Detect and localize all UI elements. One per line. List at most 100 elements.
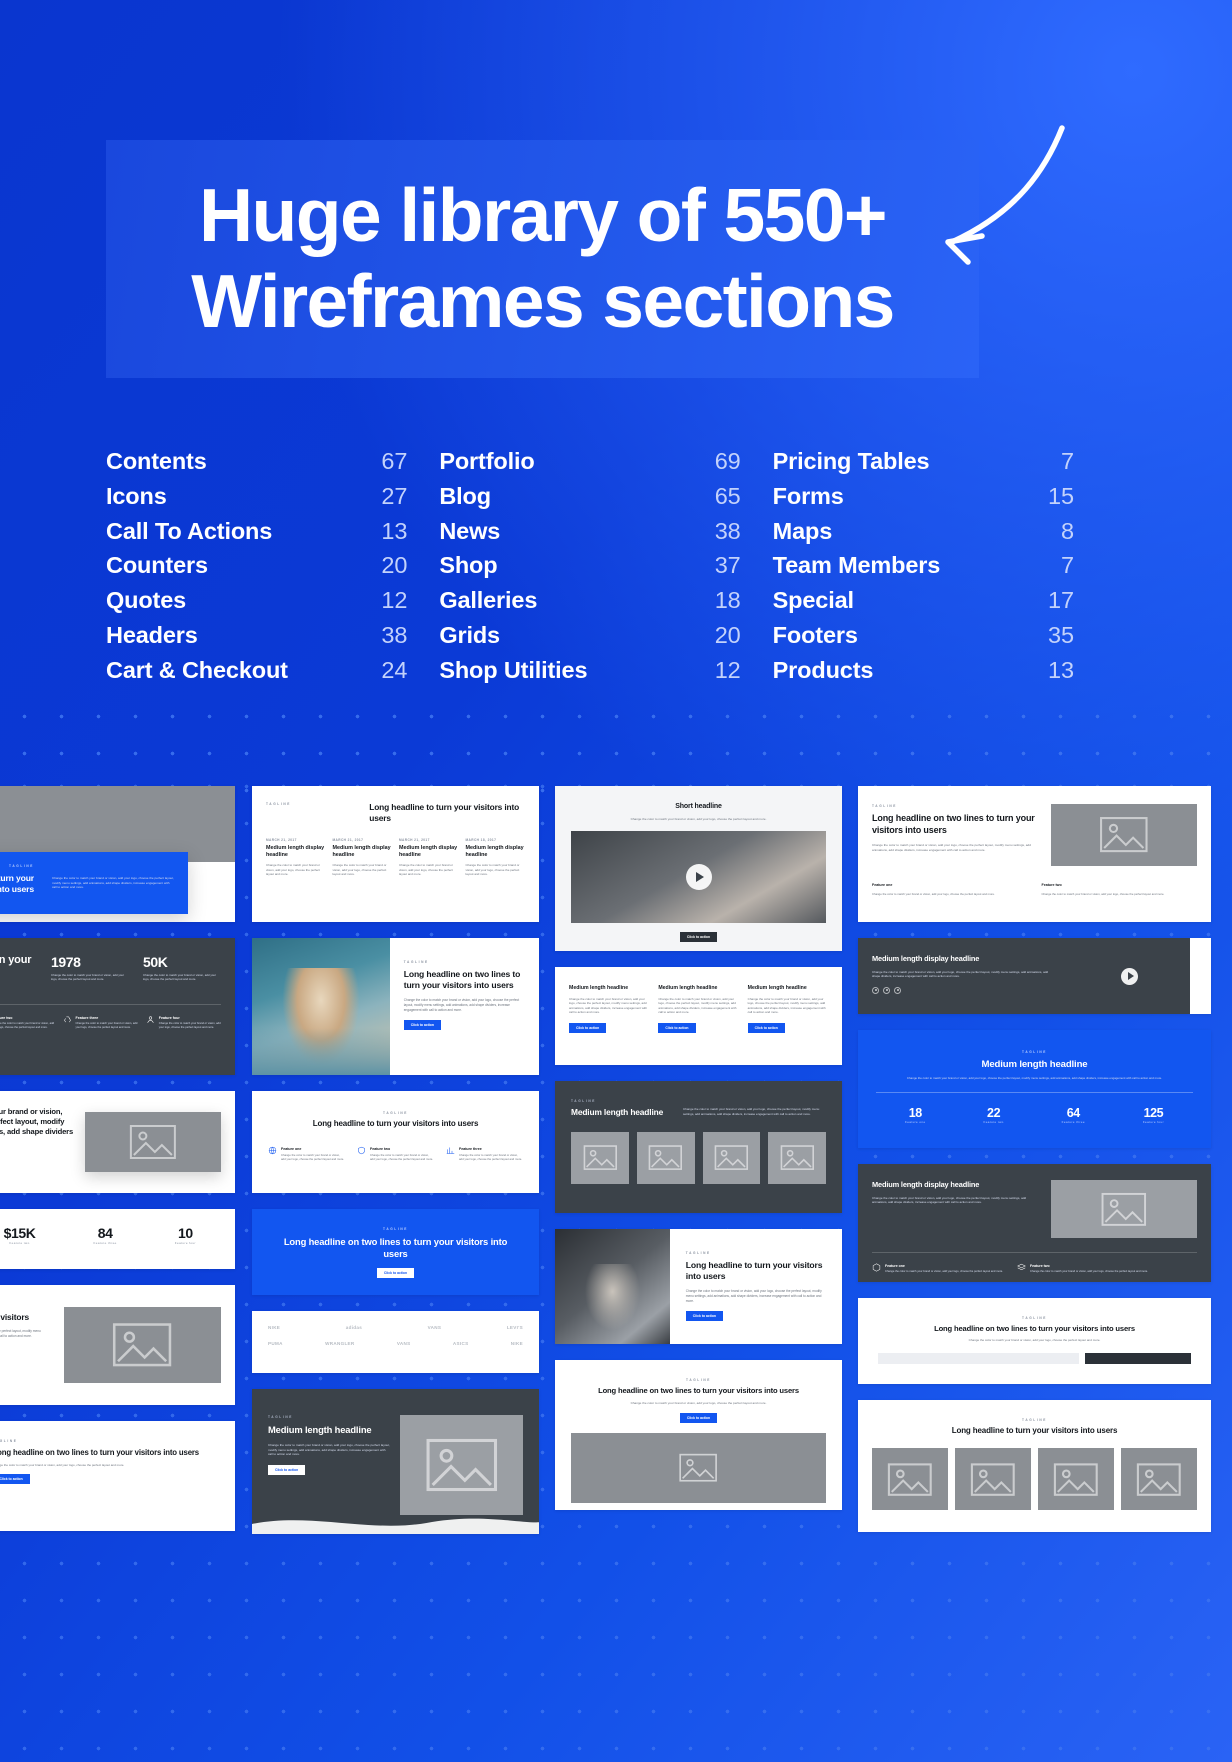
- cta-button[interactable]: Click to action: [679, 1412, 718, 1423]
- stat-row[interactable]: Headers 38: [106, 622, 439, 657]
- preview-card-three-columns[interactable]: Medium length headline Change the color …: [555, 967, 842, 1065]
- stat-row[interactable]: Counters 20: [106, 552, 439, 587]
- play-button[interactable]: [1121, 967, 1139, 985]
- brand-logo: NIKE: [268, 1325, 281, 1330]
- stat-row[interactable]: Quotes 12: [106, 587, 439, 622]
- news-item[interactable]: March 21, 2017 Medium length display hea…: [333, 838, 393, 877]
- news-item[interactable]: March 21, 2017 Medium length display hea…: [399, 838, 459, 877]
- gallery-thumb[interactable]: [571, 1132, 629, 1184]
- stat-row[interactable]: Products 13: [773, 657, 1106, 692]
- preview-card-logo-wall[interactable]: NIKE adidas VANS LEVI'S PUMA WRANGLER VA…: [252, 1311, 539, 1373]
- stat-row[interactable]: Icons 27: [106, 483, 439, 518]
- feature-item: Feature three Change the color to match y…: [63, 1015, 138, 1030]
- image-placeholder-icon: [1100, 817, 1148, 853]
- preview-card-stat-strip[interactable]: 34KFeature one $15KFeature two 84Feature…: [0, 1209, 235, 1269]
- cta-button[interactable]: Click to action: [685, 1311, 723, 1322]
- stat-row[interactable]: Team Members 7: [773, 552, 1106, 587]
- gallery-thumb[interactable]: [872, 1448, 948, 1511]
- stat-row[interactable]: Forms 15: [773, 483, 1106, 518]
- subscribe-button[interactable]: [1084, 1352, 1191, 1364]
- social-icon[interactable]: [872, 986, 879, 994]
- preview-card-dark-counters[interactable]: Long headline to turn your visitors 1978…: [0, 938, 235, 1075]
- stat-row[interactable]: Footers 35: [773, 622, 1106, 657]
- stat-value: 7: [1061, 448, 1074, 474]
- video-thumbnail[interactable]: [571, 831, 826, 924]
- cta-button[interactable]: Click to action: [376, 1267, 415, 1278]
- preview-card-news-grid[interactable]: TAGLINE Long headline to turn your visit…: [252, 786, 539, 922]
- preview-card-photo-right[interactable]: TAGLINE Long headline to turn your visit…: [555, 1229, 842, 1344]
- stats-column-1: Contents 67 Icons 27 Call To Actions 13 Cou…: [106, 448, 439, 692]
- counter-label: Feature two: [983, 1120, 1004, 1125]
- preview-card-blue-counters[interactable]: TAGLINE Medium length headline Change th…: [858, 1030, 1211, 1148]
- stat-row[interactable]: Galleries 18: [439, 587, 772, 622]
- cta-button[interactable]: Click to action: [747, 1022, 785, 1033]
- preview-card-split-image[interactable]: TAGLINE Long headline to turn your visit…: [0, 1285, 235, 1405]
- preview-card-gallery-grid[interactable]: TAGLINE Long headline to turn your visit…: [858, 1400, 1211, 1532]
- gallery-thumb[interactable]: [636, 1132, 695, 1184]
- counter-label: Feature three: [93, 1241, 117, 1245]
- cta-button[interactable]: Click to action: [0, 1473, 30, 1484]
- stat-row[interactable]: Pricing Tables 7: [773, 448, 1106, 483]
- stat-row[interactable]: Maps 8: [773, 518, 1106, 553]
- stat-row[interactable]: Shop 37: [439, 552, 772, 587]
- stat-row[interactable]: Grids 20: [439, 622, 772, 657]
- stats-column-3: Pricing Tables 7 Forms 15 Maps 8 Team Membe…: [773, 448, 1106, 692]
- preview-card-brand-text[interactable]: Change the color to match your brand or …: [0, 1091, 235, 1193]
- column-body: Change the color to match your brand or …: [569, 996, 648, 1015]
- stat-value: 37: [714, 552, 741, 579]
- gallery-thumb[interactable]: [955, 1448, 1031, 1511]
- column-body: Change the color to match your brand or …: [658, 996, 737, 1015]
- preview-card-blue-cta[interactable]: TAGLINE Long headline on two lines to tu…: [252, 1209, 539, 1295]
- gallery-thumb[interactable]: [1121, 1448, 1197, 1511]
- preview-card-image-right[interactable]: TAGLINE Long headline on two lines to tu…: [858, 786, 1211, 922]
- news-item[interactable]: March 21, 2017 Medium length display hea…: [266, 838, 326, 877]
- email-field[interactable]: [878, 1352, 1079, 1364]
- stat-row[interactable]: Portfolio 69: [439, 448, 772, 483]
- feature-desc: Change the color to match your brand or …: [370, 1152, 434, 1161]
- social-icon[interactable]: [894, 986, 901, 994]
- preview-card-dark-image[interactable]: TAGLINE Medium length headline Change th…: [252, 1389, 539, 1534]
- stat-row[interactable]: Blog 65: [439, 483, 772, 518]
- stat-name: Blog: [439, 482, 491, 509]
- column-item: Medium length headline Change the color …: [569, 985, 649, 1033]
- gallery-thumb[interactable]: [768, 1132, 826, 1184]
- preview-card-hero-overlay[interactable]: TAGLINE Long headline to turn your visit…: [0, 786, 235, 922]
- stat-row[interactable]: News 38: [439, 518, 772, 553]
- social-icon[interactable]: [883, 986, 890, 994]
- stat-row[interactable]: Cart & Checkout 24: [106, 657, 439, 692]
- stat-row[interactable]: Call To Actions 13: [106, 518, 439, 553]
- hero-image[interactable]: [571, 1432, 826, 1503]
- gallery-thumb[interactable]: [702, 1132, 761, 1184]
- stat-row[interactable]: Contents 67: [106, 448, 439, 483]
- card-headline: Long headline to turn your visitors into…: [0, 873, 34, 894]
- stat-row[interactable]: Special 17: [773, 587, 1106, 622]
- card-headline: Medium length headline: [268, 1424, 372, 1435]
- cta-button[interactable]: Click to action: [658, 1022, 696, 1033]
- card-body: Change the color to match your brand or …: [268, 1443, 390, 1457]
- preview-card-three-features[interactable]: TAGLINE Long headline to turn your visit…: [252, 1091, 539, 1193]
- stat-name: Contents: [106, 448, 207, 474]
- cta-button[interactable]: Click to action: [569, 1022, 607, 1033]
- cta-button[interactable]: Click to action: [679, 932, 718, 943]
- stat-row[interactable]: Shop Utilities 12: [439, 657, 772, 692]
- preview-card-dark-gallery[interactable]: TAGLINE Medium length headline Change th…: [555, 1081, 842, 1213]
- preview-card-centered-image[interactable]: TAGLINE Long headline on two lines to tu…: [555, 1360, 842, 1510]
- preview-card-dark-split[interactable]: Medium length display headline Change th…: [858, 1164, 1211, 1282]
- preview-card-big-number[interactable]: 120 TAGLINE Long headline on two lines t…: [0, 1421, 235, 1531]
- play-button[interactable]: [685, 864, 712, 891]
- news-title: Medium length display headline: [266, 845, 325, 858]
- card-body: Change the color to match your brand or …: [872, 843, 1031, 852]
- news-item[interactable]: March 18, 2017 Medium length display hea…: [466, 838, 526, 877]
- preview-column-1: TAGLINE Long headline to turn your visit…: [0, 786, 235, 1547]
- counter-label: Feature one: [904, 1120, 926, 1125]
- preview-card-video[interactable]: Short headline Change the color to match…: [555, 786, 842, 951]
- preview-card-dark-video[interactable]: Medium length display headline Change th…: [858, 938, 1211, 1014]
- gallery-thumb[interactable]: [1038, 1448, 1114, 1511]
- preview-card-photo-split[interactable]: TAGLINE Long headline on two lines to tu…: [252, 938, 539, 1075]
- preview-card-form[interactable]: TAGLINE Long headline on two lines to tu…: [858, 1298, 1211, 1384]
- cta-button[interactable]: Click to action: [268, 1465, 306, 1476]
- card-kicker: TAGLINE: [872, 804, 897, 808]
- stat-name: Galleries: [439, 587, 538, 614]
- cta-button[interactable]: Click to action: [403, 1020, 441, 1031]
- image-placeholder-icon: [1101, 1192, 1147, 1226]
